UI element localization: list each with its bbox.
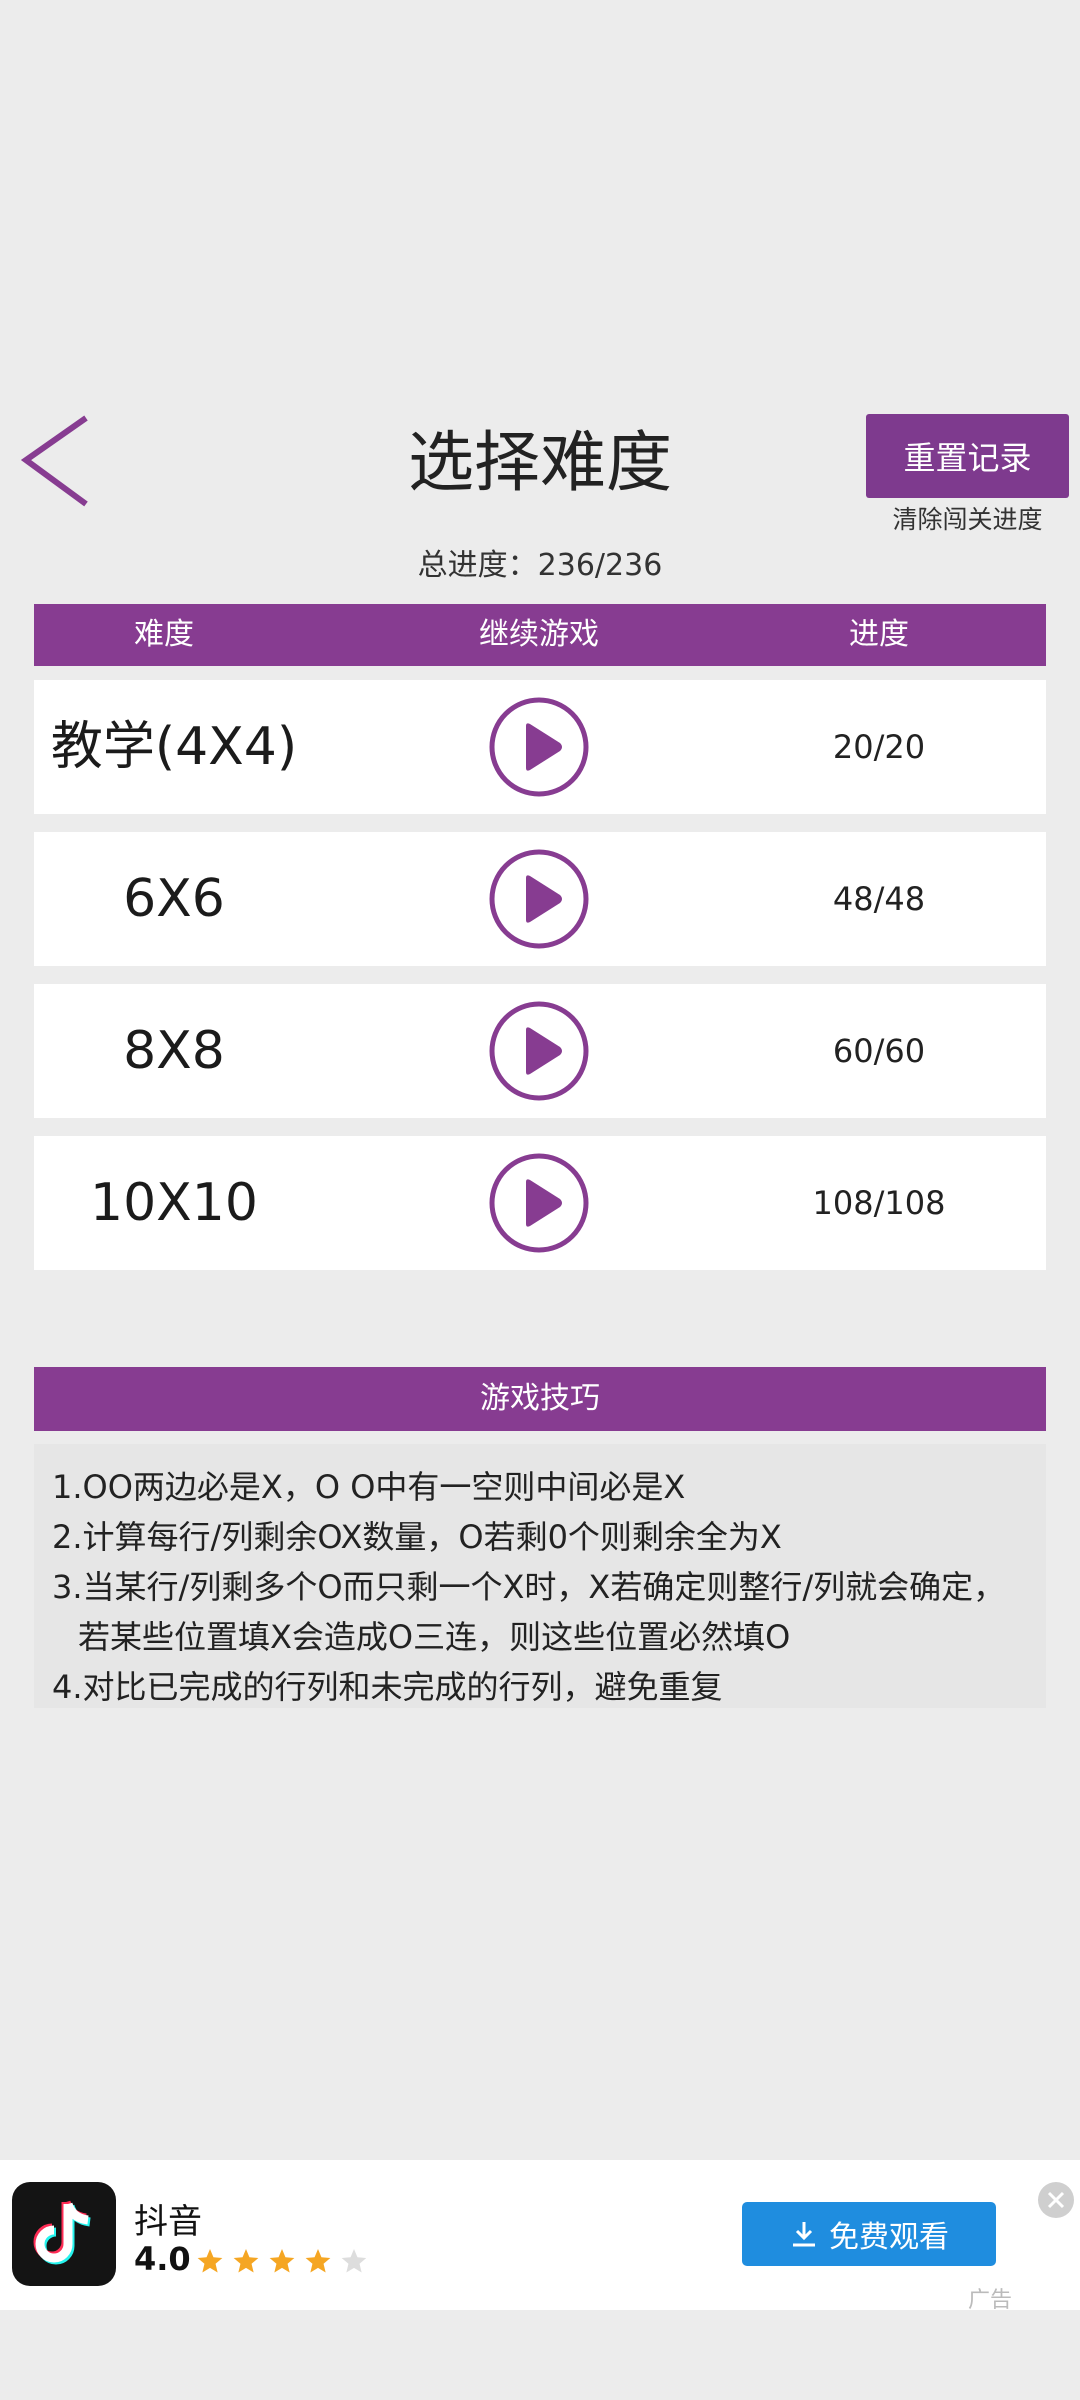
difficulty-row: 10X10 108/108 bbox=[34, 1136, 1046, 1270]
difficulty-row: 8X8 60/60 bbox=[34, 984, 1046, 1118]
tip-line: 3.当某行/列剩多个O而只剩一个X时，X若确定则整行/列就会确定， bbox=[52, 1568, 1006, 1606]
play-button[interactable] bbox=[488, 1152, 590, 1254]
tip-line: 2.计算每行/列剩余OX数量，O若剩0个则剩余全为X bbox=[52, 1518, 782, 1556]
column-header-progress: 进度 bbox=[849, 617, 909, 652]
difficulty-progress: 60/60 bbox=[832, 1032, 926, 1070]
star-icon bbox=[197, 2249, 223, 2273]
reset-record-button[interactable]: 重置记录 bbox=[866, 414, 1069, 498]
difficulty-name: 10X10 bbox=[90, 1173, 258, 1233]
bottom-area bbox=[0, 2310, 1080, 2400]
play-button[interactable] bbox=[488, 848, 590, 950]
tip-line: 若某些位置填X会造成O三连，则这些位置必然填O bbox=[78, 1618, 791, 1656]
column-header-difficulty: 难度 bbox=[134, 617, 194, 652]
difficulty-progress: 108/108 bbox=[812, 1184, 946, 1222]
difficulty-progress: 48/48 bbox=[832, 880, 926, 918]
table-header: 难度 继续游戏 进度 bbox=[34, 604, 1046, 666]
ad-banner[interactable]: 抖音 4.0 免费观看 广告 bbox=[0, 2160, 1080, 2313]
play-circle-icon bbox=[489, 1153, 589, 1253]
column-header-continue: 继续游戏 bbox=[479, 617, 599, 652]
chevron-left-icon bbox=[20, 415, 88, 507]
close-icon bbox=[1047, 2191, 1065, 2209]
star-icon bbox=[269, 2249, 295, 2273]
download-icon bbox=[793, 2222, 815, 2247]
back-button[interactable] bbox=[18, 412, 98, 512]
difficulty-name: 6X6 bbox=[123, 869, 225, 929]
tip-line: 4.对比已完成的行列和未完成的行列，避免重复 bbox=[52, 1668, 723, 1706]
play-circle-icon bbox=[489, 1001, 589, 1101]
page-title: 选择难度 bbox=[408, 424, 672, 501]
free-watch-label: 免费观看 bbox=[829, 2220, 949, 2255]
difficulty-row: 6X6 48/48 bbox=[34, 832, 1046, 966]
difficulty-row: 教学(4X4) 20/20 bbox=[34, 680, 1046, 814]
play-button[interactable] bbox=[488, 1000, 590, 1102]
total-progress: 总进度：236/236 bbox=[417, 548, 663, 583]
reset-subtitle: 清除闯关进度 bbox=[892, 505, 1043, 534]
ad-app-name: 抖音 bbox=[134, 2202, 202, 2242]
douyin-app-icon[interactable] bbox=[12, 2182, 116, 2286]
tip-line: 1.OO两边必是X，O O中有一空则中间必是X bbox=[52, 1468, 686, 1506]
ad-close-button[interactable] bbox=[1038, 2182, 1074, 2218]
rating-stars bbox=[197, 2249, 366, 2273]
star-icon bbox=[305, 2249, 331, 2273]
difficulty-name: 教学(4X4) bbox=[50, 717, 298, 777]
difficulty-progress: 20/20 bbox=[832, 728, 926, 766]
tips-panel: 1.OO两边必是X，O O中有一空则中间必是X 2.计算每行/列剩余OX数量，O… bbox=[34, 1444, 1046, 1708]
free-watch-button[interactable]: 免费观看 bbox=[742, 2202, 996, 2266]
star-icon bbox=[233, 2249, 259, 2273]
ad-rating-value: 4.0 bbox=[134, 2240, 191, 2278]
play-button[interactable] bbox=[488, 696, 590, 798]
play-circle-icon bbox=[489, 849, 589, 949]
difficulty-name: 8X8 bbox=[123, 1021, 225, 1081]
star-icon bbox=[341, 2249, 366, 2273]
play-circle-icon bbox=[489, 697, 589, 797]
tips-title: 游戏技巧 bbox=[34, 1367, 1046, 1431]
